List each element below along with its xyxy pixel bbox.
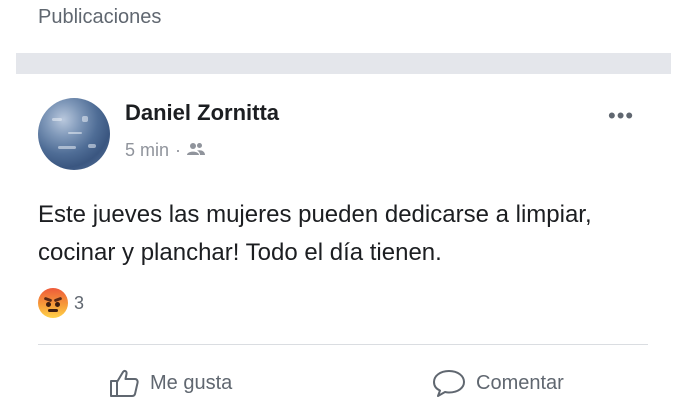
section-divider bbox=[16, 53, 671, 74]
like-label: Me gusta bbox=[150, 371, 233, 394]
comment-label: Comentar bbox=[476, 371, 564, 394]
more-options-button[interactable]: ••• bbox=[608, 103, 634, 129]
thumbs-up-icon bbox=[108, 368, 140, 398]
reactions-summary[interactable]: 3 bbox=[38, 288, 84, 318]
like-button[interactable]: Me gusta bbox=[108, 368, 232, 398]
post-meta: 5 min · bbox=[125, 140, 206, 161]
actions-divider bbox=[38, 344, 648, 345]
author-avatar[interactable] bbox=[38, 98, 110, 170]
friends-icon[interactable] bbox=[187, 140, 206, 161]
post-text: Este jueves las mujeres pueden dedicarse… bbox=[38, 201, 592, 266]
meta-separator: · bbox=[175, 140, 182, 160]
post-time[interactable]: 5 min bbox=[125, 140, 169, 161]
comment-button[interactable]: Comentar bbox=[432, 368, 564, 398]
comment-icon bbox=[432, 368, 466, 398]
reaction-count: 3 bbox=[74, 292, 85, 313]
section-title: Publicaciones bbox=[38, 6, 162, 28]
author-name[interactable]: Daniel Zornitta bbox=[125, 100, 279, 126]
angry-reaction-icon bbox=[38, 288, 68, 318]
